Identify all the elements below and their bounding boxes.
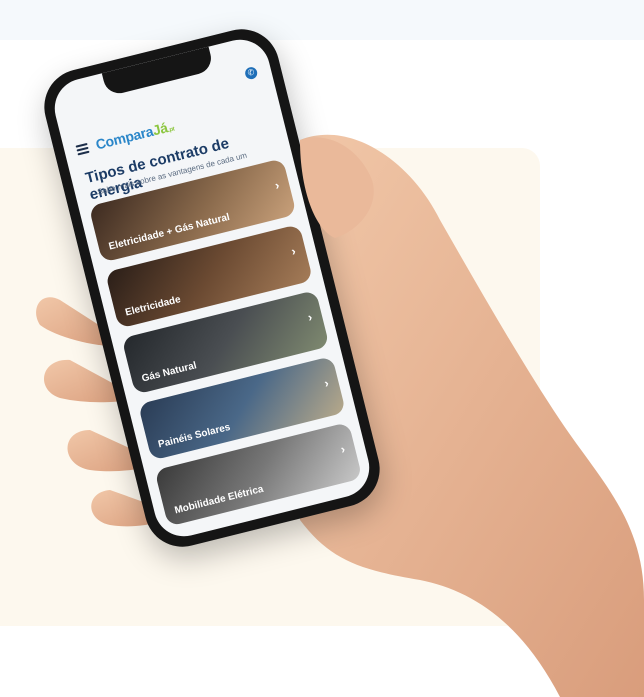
card-label: Eletricidade	[124, 294, 182, 319]
chevron-right-icon: ›	[339, 441, 347, 457]
logo-accent: Já	[150, 119, 170, 139]
logo[interactable]: ComparaJá.pt	[93, 118, 176, 153]
chevron-right-icon: ›	[289, 243, 298, 259]
card-label: Painéis Solares	[157, 421, 232, 451]
chevron-right-icon: ›	[306, 309, 314, 325]
hamburger-menu-icon[interactable]	[75, 142, 90, 156]
chevron-right-icon: ›	[322, 375, 331, 391]
logo-suffix: .pt	[167, 126, 176, 134]
card-label: Mobilidade Elétrica	[173, 483, 265, 517]
card-label: Gás Natural	[140, 360, 198, 385]
phone-call-icon[interactable]: ✆	[243, 65, 259, 81]
chevron-right-icon: ›	[273, 177, 281, 193]
logo-text: Compara	[93, 122, 155, 153]
